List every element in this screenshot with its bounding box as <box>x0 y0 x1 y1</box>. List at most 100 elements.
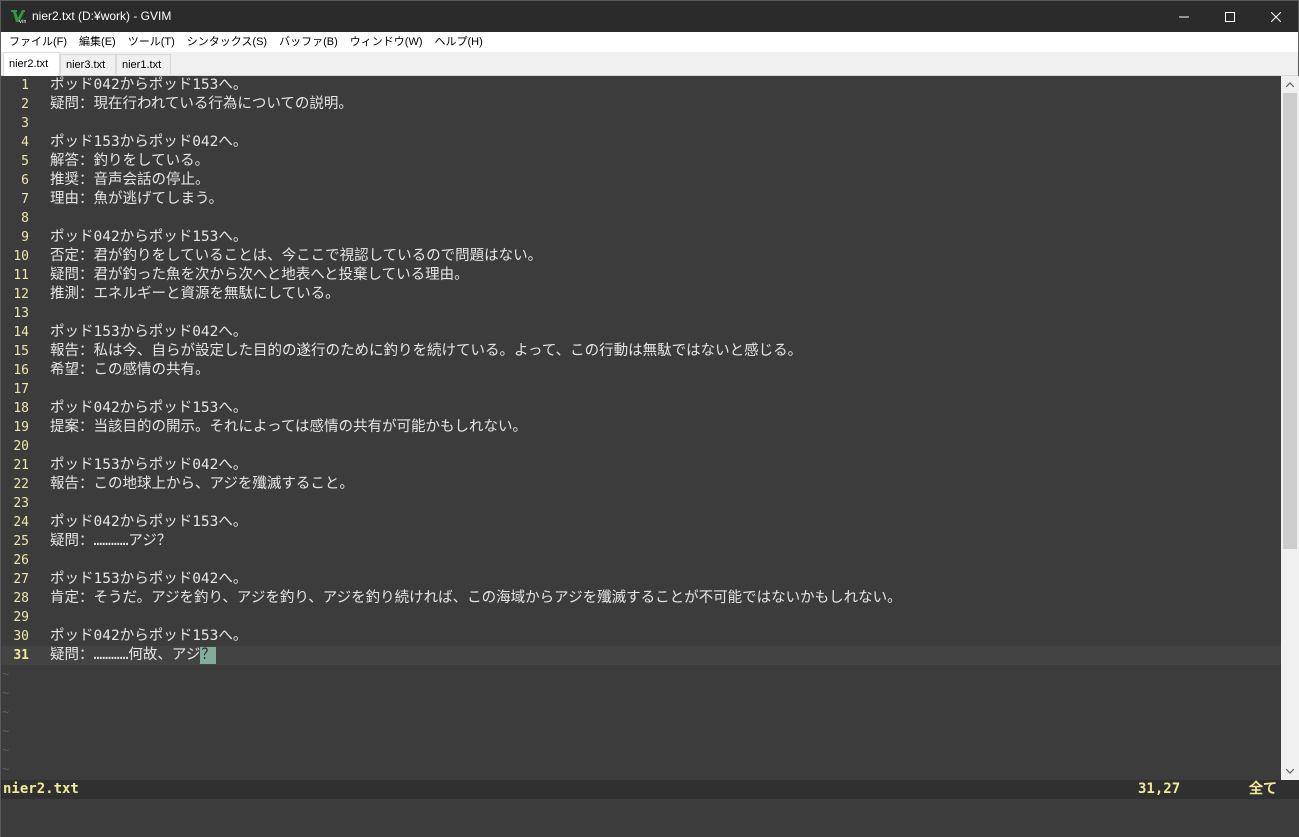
line-number: 5 <box>21 154 29 169</box>
editor-line[interactable]: 18 ポッド042からポッド153へ。 <box>1 399 1281 418</box>
editor-line[interactable]: 15 報告：私は今、自らが設定した目的の遂行のために釣りを続けている。よって、この… <box>1 342 1281 361</box>
editor-line[interactable]: 23 <box>1 494 1281 513</box>
editor-line[interactable]: 21 ポッド153からポッド042へ。 <box>1 456 1281 475</box>
line-number: 28 <box>13 591 29 606</box>
editor-line[interactable]: 29 <box>1 608 1281 627</box>
line-text-content: ポッド153からポッド042へ。 <box>50 457 248 473</box>
line-text: 肯定：そうだ。アジを釣り、アジを釣り、アジを釣り続ければ、この海域からアジを殲滅… <box>50 589 902 608</box>
editor-line[interactable]: 11 疑問：君が釣った魚を次から次へと地表へと投棄している理由。 <box>1 266 1281 285</box>
menu-tools[interactable]: ツール(T) <box>122 32 181 52</box>
editor-line[interactable]: 4 ポッド153からポッド042へ。 <box>1 133 1281 152</box>
line-text-content: ポッド042からポッド153へ。 <box>50 628 248 644</box>
close-button[interactable] <box>1253 1 1299 32</box>
line-number: 10 <box>13 249 29 264</box>
editor-line[interactable]: 12 推測：エネルギーと資源を無駄にしている。 <box>1 285 1281 304</box>
line-text: 推測：エネルギーと資源を無駄にしている。 <box>50 285 340 304</box>
empty-line-tilde: ~ <box>2 686 10 700</box>
line-text: ポッド153からポッド042へ。 <box>50 456 247 475</box>
line-text: ポッド042からポッド153へ。 <box>50 513 247 532</box>
command-line[interactable] <box>1 799 1299 837</box>
line-text-content: ポッド042からポッド153へ。 <box>50 77 248 93</box>
editor-line[interactable]: 16 希望：この感情の共有。 <box>1 361 1281 380</box>
editor-line[interactable]: 31 疑問：…………何故、アジ？ <box>1 646 1281 665</box>
tab-nier1[interactable]: nier1.txt <box>116 54 171 74</box>
line-text: ポッド153からポッド042へ。 <box>50 133 247 152</box>
scroll-up-button[interactable] <box>1281 76 1299 93</box>
line-text: ポッド153からポッド042へ。 <box>50 323 247 342</box>
tab-nier2[interactable]: nier2.txt <box>3 52 60 76</box>
editor-area[interactable]: 1 ポッド042からポッド153へ。 2 疑問：現在行われている行為についての説明。 3… <box>1 76 1281 780</box>
maximize-button[interactable] <box>1207 1 1253 32</box>
empty-line-tilde: ~ <box>2 743 10 757</box>
title-bar[interactable]: vim nier2.txt (D:¥work) - GVIM <box>1 1 1298 32</box>
editor-line[interactable]: 30 ポッド042からポッド153へ。 <box>1 627 1281 646</box>
line-number: 18 <box>13 401 29 416</box>
editor-line[interactable]: 3 <box>1 114 1281 133</box>
line-text: 解答：釣りをしている。 <box>50 152 209 171</box>
line-text: ポッド042からポッド153へ。 <box>50 399 247 418</box>
line-text: 疑問：現在行われている行為についての説明。 <box>50 95 353 114</box>
line-text-content: 推測：エネルギーと資源を無駄にしている。 <box>50 286 340 302</box>
scroll-thumb[interactable] <box>1283 93 1297 549</box>
menu-edit[interactable]: 編集(E) <box>73 32 122 52</box>
gvim-window: vim nier2.txt (D:¥work) - GVIM ファイル(F) 編… <box>0 0 1299 837</box>
line-text-content: 疑問：…………アジ？ <box>50 533 172 549</box>
line-text: 疑問：…………アジ？ <box>50 532 171 551</box>
line-number: 23 <box>13 496 29 511</box>
editor-line[interactable]: 1 ポッド042からポッド153へ。 <box>1 76 1281 95</box>
line-text-content: 報告：私は今、自らが設定した目的の遂行のために釣りを続けている。よって、この行動… <box>50 343 803 359</box>
editor-line[interactable]: 28 肯定：そうだ。アジを釣り、アジを釣り、アジを釣り続ければ、この海域からアジを… <box>1 589 1281 608</box>
line-text-content: 疑問：現在行われている行為についての説明。 <box>50 96 353 112</box>
minimize-icon <box>1179 16 1189 17</box>
editor-line[interactable]: 2 疑問：現在行われている行為についての説明。 <box>1 95 1281 114</box>
menu-help[interactable]: ヘルプ(H) <box>429 32 489 52</box>
tab-bar: nier2.txt nier3.txt nier1.txt <box>1 52 1298 76</box>
editor-line[interactable]: 25 疑問：…………アジ？ <box>1 532 1281 551</box>
editor-line[interactable]: 13 <box>1 304 1281 323</box>
editor-line[interactable]: 20 <box>1 437 1281 456</box>
window-title: nier2.txt (D:¥work) - GVIM <box>32 9 172 23</box>
line-text-content: 推奨：音声会話の停止。 <box>50 172 210 188</box>
menu-buffers[interactable]: バッファ(B) <box>273 32 344 52</box>
chevron-down-icon <box>1286 769 1294 774</box>
line-number: 24 <box>13 515 29 530</box>
editor-line[interactable]: 17 <box>1 380 1281 399</box>
editor-line[interactable]: 22 報告：この地球上から、アジを殲滅すること。 <box>1 475 1281 494</box>
line-text: 報告：この地球上から、アジを殲滅すること。 <box>50 475 354 494</box>
text-cursor: ？ <box>200 647 217 664</box>
editor-line[interactable]: 8 <box>1 209 1281 228</box>
menu-window[interactable]: ウィンドウ(W) <box>344 32 429 52</box>
editor-line[interactable]: 27 ポッド153からポッド042へ。 <box>1 570 1281 589</box>
editor-line[interactable]: 19 提案：当該目的の開示。それによっては感情の共有が可能かもしれない。 <box>1 418 1281 437</box>
editor-line[interactable]: 7 理由：魚が逃げてしまう。 <box>1 190 1281 209</box>
line-text: 疑問：…………何故、アジ？ <box>50 646 217 665</box>
line-text: ポッド042からポッド153へ。 <box>50 76 247 95</box>
line-text-content: 報告：この地球上から、アジを殲滅すること。 <box>50 476 354 492</box>
menu-file[interactable]: ファイル(F) <box>3 32 73 52</box>
editor-line[interactable]: 14 ポッド153からポッド042へ。 <box>1 323 1281 342</box>
vim-icon: vim <box>11 10 26 24</box>
line-text-content: 疑問：…………何故、アジ <box>50 647 201 663</box>
line-text: 報告：私は今、自らが設定した目的の遂行のために釣りを続けている。よって、この行動… <box>50 342 802 361</box>
line-number: 2 <box>21 97 29 112</box>
line-number: 31 <box>13 648 29 663</box>
editor-line[interactable]: 24 ポッド042からポッド153へ。 <box>1 513 1281 532</box>
line-text-content: 希望：この感情の共有。 <box>50 362 210 378</box>
tab-nier3[interactable]: nier3.txt <box>60 54 116 74</box>
empty-line-tilde: ~ <box>2 724 10 738</box>
line-text-content: ポッド042からポッド153へ。 <box>50 229 248 245</box>
line-number: 25 <box>13 534 29 549</box>
editor-line[interactable]: 9 ポッド042からポッド153へ。 <box>1 228 1281 247</box>
minimize-button[interactable] <box>1161 1 1207 32</box>
menu-syntax[interactable]: シンタックス(S) <box>181 32 273 52</box>
editor-line[interactable]: 26 <box>1 551 1281 570</box>
line-number: 1 <box>21 78 29 93</box>
line-text: 否定：君が釣りをしていることは、今ここで視認しているので問題はない。 <box>50 247 542 266</box>
editor-line[interactable]: 6 推奨：音声会話の停止。 <box>1 171 1281 190</box>
editor-line[interactable]: 10 否定：君が釣りをしていることは、今ここで視認しているので問題はない。 <box>1 247 1281 266</box>
scroll-down-button[interactable] <box>1281 763 1299 780</box>
line-text-content: ポッド153からポッド042へ。 <box>50 324 248 340</box>
editor-line[interactable]: 5 解答：釣りをしている。 <box>1 152 1281 171</box>
vertical-scrollbar[interactable] <box>1281 76 1299 780</box>
line-number: 15 <box>13 344 29 359</box>
